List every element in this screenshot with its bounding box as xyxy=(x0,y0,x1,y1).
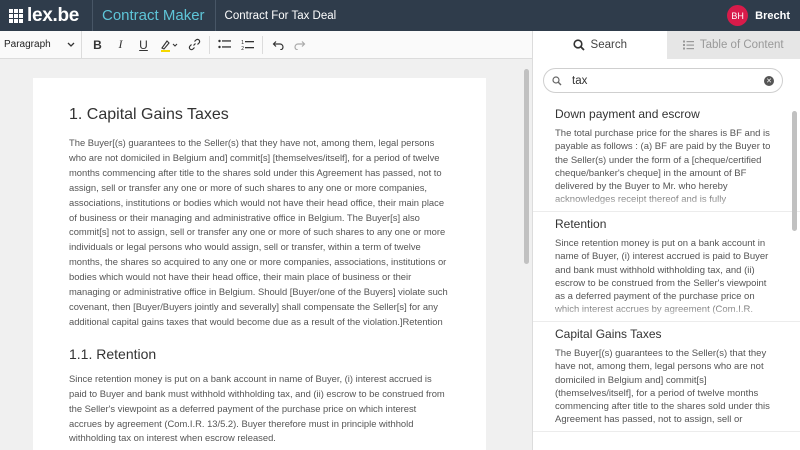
underline-button[interactable]: U xyxy=(132,34,155,56)
bullet-list-button[interactable] xyxy=(213,34,236,56)
app-name[interactable]: Contract Maker xyxy=(93,0,216,31)
block-format-select[interactable]: Paragraph xyxy=(0,30,82,59)
section-paragraph[interactable]: The Buyer[(s) guarantees to the Seller(s… xyxy=(69,136,450,330)
search-icon xyxy=(572,39,585,51)
document-title: Contract For Tax Deal xyxy=(224,9,337,22)
result-fade xyxy=(533,193,800,211)
editor-scrollbar[interactable] xyxy=(524,69,529,264)
tab-label: Search xyxy=(590,39,627,51)
search-result[interactable]: Retention Since retention money is put o… xyxy=(533,212,800,322)
panel-scrollbar[interactable] xyxy=(792,111,797,231)
result-fade xyxy=(533,303,800,321)
logo[interactable]: lex.be xyxy=(0,0,93,31)
block-format-value: Paragraph xyxy=(4,39,51,50)
link-button[interactable] xyxy=(183,34,206,56)
tab-search[interactable]: Search xyxy=(533,31,667,59)
numbered-list-icon: 12 xyxy=(241,40,254,51)
italic-button[interactable]: I xyxy=(109,34,132,56)
result-title[interactable]: Down payment and escrow xyxy=(555,107,779,121)
highlight-button[interactable] xyxy=(155,34,183,56)
editor-area: 1. Capital Gains Taxes The Buyer[(s) gua… xyxy=(0,59,532,450)
search-input[interactable] xyxy=(572,74,764,87)
result-title[interactable]: Capital Gains Taxes xyxy=(555,327,779,341)
editor-toolbar: Paragraph B I U 12 xyxy=(0,30,532,59)
svg-text:2: 2 xyxy=(241,46,244,51)
toolbar-divider xyxy=(209,35,210,54)
bullet-list-icon xyxy=(218,39,231,49)
undo-button[interactable] xyxy=(266,34,289,56)
tab-table-of-content[interactable]: Table of Content xyxy=(666,31,800,59)
section-heading[interactable]: 1. Capital Gains Taxes xyxy=(69,106,450,124)
clear-search-icon[interactable]: ✕ xyxy=(764,75,774,86)
result-title[interactable]: Retention xyxy=(555,217,779,231)
result-text: The Buyer[(s) guarantees to the Seller(s… xyxy=(555,348,770,426)
list-icon xyxy=(682,40,694,50)
logo-icon xyxy=(9,8,23,23)
app-header: lex.be Contract Maker Contract For Tax D… xyxy=(0,0,800,31)
search-results: Down payment and escrow The total purcha… xyxy=(533,102,800,432)
subsection-paragraph[interactable]: Since retention money is put on a bank a… xyxy=(69,372,450,447)
subsection-heading[interactable]: 1.1. Retention xyxy=(69,346,450,362)
chevron-down-icon xyxy=(67,42,75,47)
search-result[interactable]: Capital Gains Taxes The Buyer[(s) guaran… xyxy=(533,322,800,432)
tab-label: Table of Content xyxy=(699,39,784,51)
highlighter-icon xyxy=(161,39,178,52)
logo-text: lex.be xyxy=(27,4,80,26)
avatar[interactable]: BH xyxy=(727,5,749,26)
bold-button[interactable]: B xyxy=(86,34,109,56)
link-icon xyxy=(188,38,201,51)
search-box[interactable]: ✕ xyxy=(543,68,783,93)
numbered-list-button[interactable]: 12 xyxy=(236,34,259,56)
panel-tabs: Search Table of Content xyxy=(533,31,800,59)
redo-icon xyxy=(294,40,306,50)
redo-button[interactable] xyxy=(289,34,312,56)
search-result[interactable]: Down payment and escrow The total purcha… xyxy=(533,102,800,212)
user-name[interactable]: Brecht xyxy=(755,10,790,22)
search-icon xyxy=(552,75,562,85)
undo-icon xyxy=(272,40,284,50)
toolbar-divider xyxy=(262,35,263,54)
user-menu[interactable]: BH Brecht xyxy=(727,5,800,26)
document-page[interactable]: 1. Capital Gains Taxes The Buyer[(s) gua… xyxy=(33,78,486,450)
side-panel: Search Table of Content ✕ Down payment a… xyxy=(532,31,800,450)
